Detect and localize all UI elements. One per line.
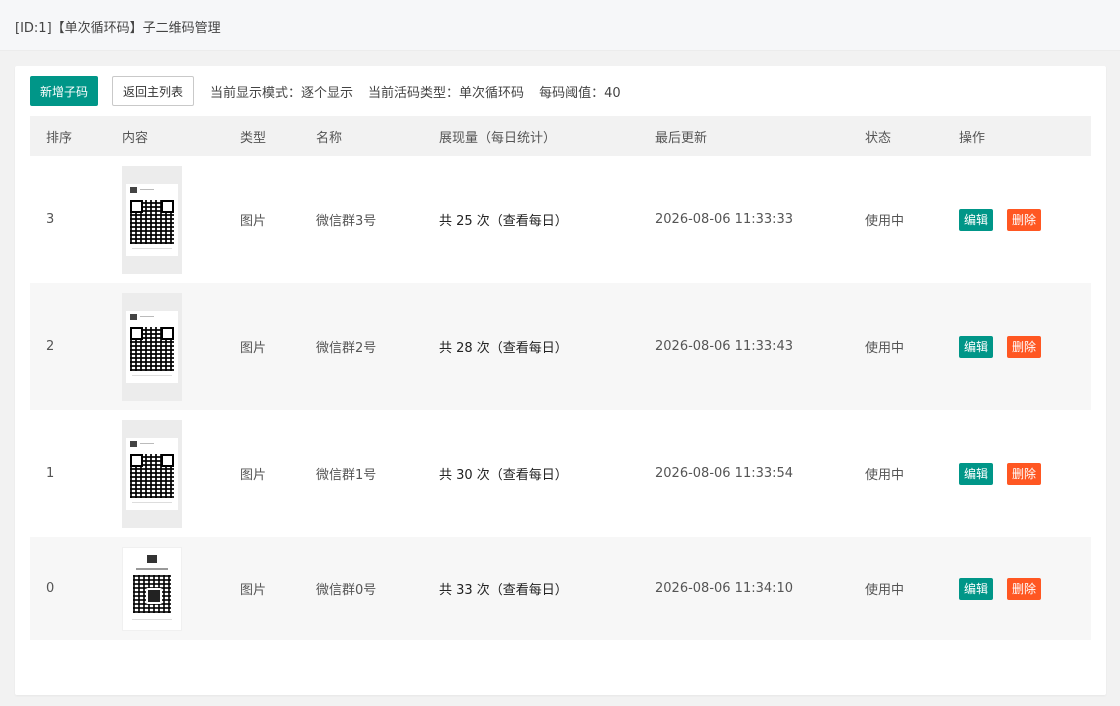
row-updated: 2026-08-06 11:33:33 bbox=[655, 212, 794, 227]
row-order: 2 bbox=[46, 339, 55, 354]
row-updated: 2026-08-06 11:33:43 bbox=[655, 339, 794, 354]
row-updated: 2026-08-06 11:34:10 bbox=[655, 581, 794, 596]
main-card: 新增子码 返回主列表 当前显示模式：逐个显示 当前活码类型：单次循环码 每码阈值… bbox=[15, 66, 1106, 695]
page-title: [ID:1]【单次循环码】子二维码管理 bbox=[15, 21, 221, 36]
row-order: 1 bbox=[46, 466, 55, 481]
qr-code-thumbnail-icon[interactable] bbox=[122, 165, 182, 274]
row-stats-link[interactable]: 共 33 次（查看每日） bbox=[423, 537, 639, 640]
subcode-table: 排序 内容 类型 名称 展现量（每日统计） 最后更新 状态 操作 3 图片 微信… bbox=[30, 116, 1091, 640]
toolbar: 新增子码 返回主列表 当前显示模式：逐个显示 当前活码类型：单次循环码 每码阈值… bbox=[30, 76, 621, 106]
row-type: 图片 bbox=[240, 468, 267, 483]
table-row: 2 图片 微信群2号 共 28 次（查看每日） 2026-08-06 11:33… bbox=[30, 283, 1091, 410]
top-bar: [ID:1]【单次循环码】子二维码管理 bbox=[0, 0, 1120, 51]
edit-button[interactable]: 编辑 bbox=[959, 335, 994, 358]
col-name: 名称 bbox=[316, 130, 343, 146]
qr-code-thumbnail-icon[interactable] bbox=[122, 419, 182, 528]
delete-button[interactable]: 删除 bbox=[1007, 335, 1042, 358]
table-row: 3 图片 微信群3号 共 25 次（查看每日） 2026-08-06 11:33… bbox=[30, 156, 1091, 283]
col-status: 状态 bbox=[865, 130, 892, 146]
qr-code-thumbnail-icon[interactable] bbox=[122, 292, 182, 401]
row-status: 使用中 bbox=[865, 214, 905, 229]
back-to-list-button[interactable]: 返回主列表 bbox=[112, 76, 195, 106]
row-status: 使用中 bbox=[865, 341, 905, 356]
row-name: 微信群2号 bbox=[316, 341, 377, 356]
col-actions: 操作 bbox=[959, 130, 986, 146]
col-type: 类型 bbox=[240, 130, 267, 146]
threshold-info: 每码阈值：40 bbox=[539, 85, 621, 101]
row-order: 3 bbox=[46, 212, 55, 227]
row-order: 0 bbox=[46, 581, 55, 596]
row-type: 图片 bbox=[240, 583, 267, 598]
delete-button[interactable]: 删除 bbox=[1007, 577, 1042, 600]
row-name: 微信群3号 bbox=[316, 214, 377, 229]
row-updated: 2026-08-06 11:33:54 bbox=[655, 466, 794, 481]
row-type: 图片 bbox=[240, 341, 267, 356]
qr-code-thumbnail-icon[interactable] bbox=[122, 546, 182, 631]
delete-button[interactable]: 删除 bbox=[1007, 208, 1042, 231]
code-type-info: 当前活码类型：单次循环码 bbox=[368, 85, 525, 101]
table-row: 1 图片 微信群1号 共 30 次（查看每日） 2026-08-06 11:33… bbox=[30, 410, 1091, 537]
table-row: 0 图片 微信群0号 共 33 次（查看每日） 2026-08-06 11:34… bbox=[30, 537, 1091, 640]
row-name: 微信群1号 bbox=[316, 468, 377, 483]
add-subcode-button[interactable]: 新增子码 bbox=[30, 76, 99, 106]
row-status: 使用中 bbox=[865, 468, 905, 483]
row-status: 使用中 bbox=[865, 583, 905, 598]
delete-button[interactable]: 删除 bbox=[1007, 462, 1042, 485]
row-type: 图片 bbox=[240, 214, 267, 229]
display-mode-info: 当前显示模式：逐个显示 bbox=[210, 85, 354, 101]
edit-button[interactable]: 编辑 bbox=[959, 462, 994, 485]
row-name: 微信群0号 bbox=[316, 583, 377, 598]
edit-button[interactable]: 编辑 bbox=[959, 577, 994, 600]
row-stats-link[interactable]: 共 30 次（查看每日） bbox=[423, 410, 639, 537]
table-header: 排序 内容 类型 名称 展现量（每日统计） 最后更新 状态 操作 bbox=[30, 116, 1091, 156]
row-stats-link[interactable]: 共 28 次（查看每日） bbox=[423, 283, 639, 410]
col-order: 排序 bbox=[46, 130, 73, 146]
col-updated: 最后更新 bbox=[655, 130, 708, 146]
col-content: 内容 bbox=[122, 130, 149, 146]
row-stats-link[interactable]: 共 25 次（查看每日） bbox=[423, 156, 639, 283]
col-stats: 展现量（每日统计） bbox=[439, 130, 557, 146]
edit-button[interactable]: 编辑 bbox=[959, 208, 994, 231]
